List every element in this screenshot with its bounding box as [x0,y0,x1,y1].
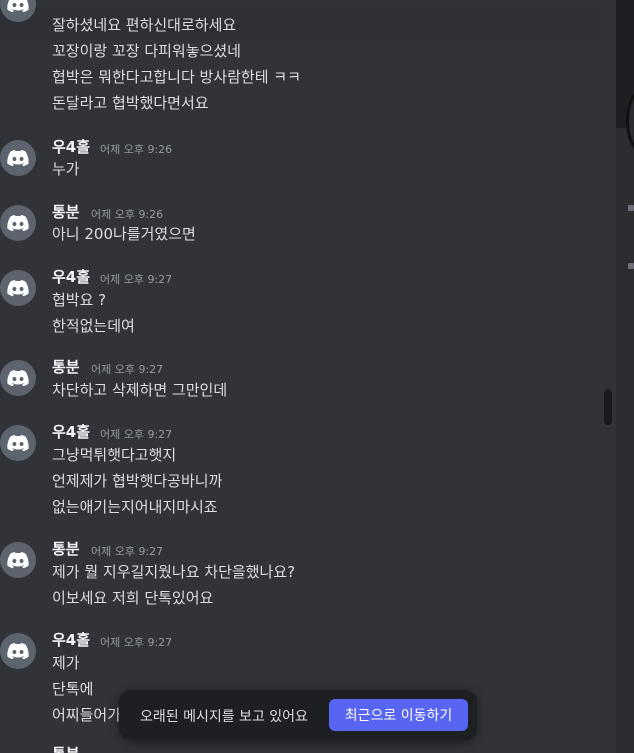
message-text: 협박요 ? [52,291,107,309]
timestamp: 어제 오후 9:26 [91,208,164,221]
timestamp: 어제 오후 9:26 [100,143,173,156]
message-text: 언제제가 협박햇다공바니까 [52,472,223,490]
old-messages-text: 오래된 메시지를 보고 있어요 [140,709,308,725]
message-text: 한적없는데여 [52,317,135,335]
username[interactable]: 통분 [52,201,80,222]
discord-logo-icon [7,370,29,386]
discord-logo-icon [7,643,29,659]
sidebar-marker [628,205,634,211]
avatar[interactable] [0,360,36,396]
avatar[interactable] [0,140,36,176]
discord-logo-icon [7,215,29,231]
avatar[interactable] [0,425,36,461]
username[interactable]: 통분 [52,356,80,377]
sidebar-panel [616,128,634,753]
message-text: 그냥먹튀햇다고햇지 [52,446,177,464]
username[interactable]: 우4홀 [52,136,90,157]
message-text: 이보세요 저희 단톡있어요 [52,589,214,607]
username[interactable]: 우4홀 [52,421,90,442]
avatar[interactable] [0,633,36,669]
username[interactable]: 우4홀 [52,266,90,287]
message-text: 차단하고 삭제하면 그만인데 [52,381,228,399]
discord-logo-icon [7,150,29,166]
message-text: 없는애기는지어내지마시죠 [52,498,218,516]
discord-logo-icon [7,552,29,568]
message-text: 아니 200나를거였으면 [52,225,196,243]
scrollbar-thumb[interactable] [604,389,612,425]
timestamp: 어제 오후 9:27 [91,363,164,376]
message-text: 제가 뭘 지우길지웠나요 차단을했나요? [52,563,296,581]
message-text: 꼬장이랑 꼬장 다피워놓으셨네 [52,42,241,60]
username[interactable]: 통분 [52,743,80,753]
message-text: 어찌들어가 [52,706,122,724]
jump-to-present-button[interactable]: 최근으로 이동하기 [329,699,468,731]
avatar[interactable] [0,270,36,306]
message-text: 돈달라고 협박했다면서요 [52,94,209,112]
username[interactable]: 우4홀 [52,629,90,650]
timestamp: 어제 오후 9:27 [100,636,173,649]
message-text: 제가 [52,654,80,672]
timestamp: 어제 오후 9:27 [100,273,173,286]
sidebar-marker [628,263,634,269]
avatar[interactable] [0,542,36,578]
message-text: 단톡에 [52,680,94,698]
timestamp: 어제 오후 9:27 [100,428,173,441]
discord-logo-icon [7,435,29,451]
username[interactable]: 통분 [52,538,80,559]
message-text: 누가 [52,160,80,178]
avatar[interactable] [0,205,36,241]
message-text: 협박은 뭐한다고합니다 방사람한테 ㅋㅋ [52,68,301,86]
message-text: 잘하셨네요 편하신대로하세요 [52,16,237,34]
discord-logo-icon [7,0,29,12]
message-list[interactable]: 잘하셨네요 편하신대로하세요 꼬장이랑 꼬장 다피워놓으셨네 협박은 뭐한다고합… [0,0,616,753]
old-messages-banner: 오래된 메시지를 보고 있어요 최근으로 이동하기 [119,690,477,740]
timestamp: 어제 오후 9:27 [91,545,164,558]
discord-logo-icon [7,280,29,296]
